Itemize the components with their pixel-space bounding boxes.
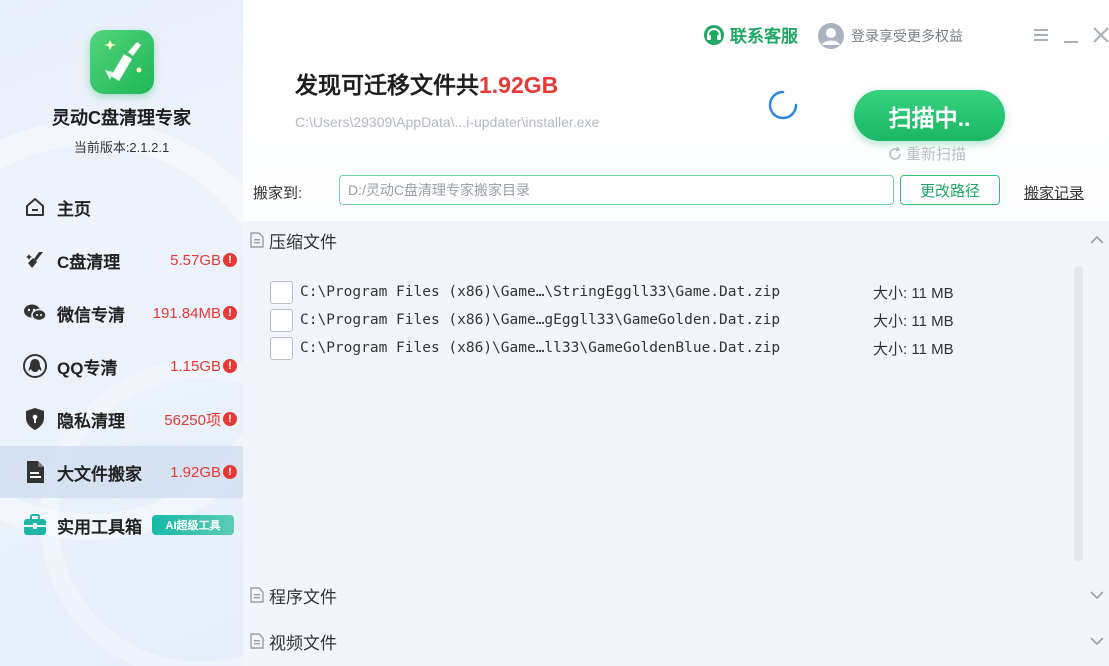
- refresh-icon: [889, 146, 901, 160]
- file-row: C:\Program Files (x86)\Game…ll33\GameGol…: [270, 335, 1010, 361]
- move-path-input[interactable]: [339, 175, 894, 205]
- headline-size: 1.92GB: [479, 72, 559, 98]
- main-area: 联系客服 登录享受更多权益 发现可迁移文件共1.92GB C:\Users\29…: [243, 0, 1109, 666]
- sidebar-item-label: 主页: [57, 199, 91, 219]
- sidebar-item-qq[interactable]: QQ专清 1.15GB !: [0, 340, 243, 392]
- menu-icon: [1034, 29, 1048, 41]
- alert-icon: !: [223, 412, 237, 426]
- scan-current-path: C:\Users\29309\AppData\...i-updater\inst…: [295, 114, 600, 130]
- sidebar-item-label: C盘清理: [57, 252, 121, 272]
- headline-prefix: 发现可迁移文件共: [295, 72, 479, 98]
- file-row: C:\Program Files (x86)\Game…\StringEggll…: [270, 279, 1010, 305]
- sidebar-item-label: 大文件搬家: [57, 464, 142, 484]
- alert-icon: !: [223, 253, 237, 267]
- app-version: 当前版本:2.1.2.1: [73, 140, 170, 155]
- file-icon: [250, 587, 264, 603]
- chevron-down-icon[interactable]: [1089, 587, 1105, 603]
- file-checkbox[interactable]: [270, 280, 293, 304]
- toolbox-icon: [23, 513, 47, 537]
- home-icon: [23, 195, 47, 219]
- sidebar-item-value: 1.92GB: [170, 463, 221, 481]
- sidebar-item-value: 5.57GB: [170, 251, 221, 269]
- app-name: 灵动C盘清理专家: [52, 108, 191, 128]
- sidebar-item-label: 实用工具箱: [57, 517, 142, 537]
- wechat-icon: [23, 301, 47, 325]
- scrollbar[interactable]: [1074, 266, 1083, 561]
- loading-spinner-icon: [768, 90, 798, 120]
- chevron-up-icon[interactable]: [1089, 232, 1105, 248]
- broom-icon: [23, 248, 47, 272]
- alert-icon: !: [223, 465, 237, 479]
- title-bar: 联系客服 登录享受更多权益: [689, 22, 1109, 50]
- qq-icon: [23, 354, 47, 378]
- file-size: 大小: 11 MB: [873, 340, 954, 358]
- rescan-label: 重新扫描: [906, 146, 967, 163]
- group-compressed-header[interactable]: 压缩文件: [243, 221, 1109, 259]
- sidebar-item-label: QQ专清: [57, 358, 118, 378]
- rescan-button[interactable]: 重新扫描: [887, 143, 966, 164]
- sidebar-item-value: 191.84MB: [152, 304, 221, 322]
- file-path: C:\Program Files (x86)\Game…ll33\GameGol…: [300, 340, 781, 356]
- file-icon: [250, 633, 264, 649]
- move-log-link[interactable]: 搬家记录: [1024, 182, 1084, 203]
- scan-button[interactable]: 扫描中..: [854, 90, 1005, 141]
- group-title: 压缩文件: [269, 232, 337, 252]
- avatar-icon: [818, 23, 844, 49]
- menu-button[interactable]: [1029, 22, 1053, 48]
- sidebar-item-value: 56250项: [164, 411, 221, 429]
- sidebar: 灵动C盘清理专家 当前版本:2.1.2.1 主页 C盘清理 5.57GB ! 微…: [0, 0, 243, 666]
- file-path: C:\Program Files (x86)\Game…\StringEggll…: [300, 284, 781, 300]
- sidebar-item-wechat[interactable]: 微信专清 191.84MB !: [0, 287, 243, 339]
- headset-icon: [704, 24, 724, 45]
- app-logo: [90, 30, 154, 94]
- page-title: 发现可迁移文件共1.92GB: [295, 66, 558, 100]
- sidebar-item-label: 微信专清: [57, 305, 125, 325]
- shield-icon: [23, 407, 47, 431]
- file-size: 大小: 11 MB: [873, 312, 954, 330]
- alert-icon: !: [223, 306, 237, 320]
- group-program-header[interactable]: 程序文件: [243, 576, 1109, 614]
- alert-icon: !: [223, 359, 237, 373]
- group-video-header[interactable]: 视频文件: [243, 622, 1109, 660]
- close-icon: [1093, 27, 1109, 43]
- file-path: C:\Program Files (x86)\Game…gEggll33\Gam…: [300, 312, 781, 328]
- file-size: 大小: 11 MB: [873, 284, 954, 302]
- chevron-down-icon[interactable]: [1089, 633, 1105, 649]
- move-to-label: 搬家到:: [253, 185, 303, 202]
- sidebar-item-home[interactable]: 主页: [0, 181, 243, 233]
- file-list-panel: 压缩文件 C:\Program Files (x86)\Game…\String…: [243, 221, 1109, 666]
- file-move-icon: [23, 460, 47, 484]
- file-checkbox[interactable]: [270, 308, 293, 332]
- change-path-button[interactable]: 更改路径: [900, 175, 1000, 205]
- close-button[interactable]: [1089, 22, 1109, 48]
- file-row: C:\Program Files (x86)\Game…gEggll33\Gam…: [270, 307, 1010, 333]
- contact-service-label: 联系客服: [730, 27, 798, 46]
- sidebar-item-big-file-move[interactable]: 大文件搬家 1.92GB !: [0, 446, 243, 498]
- minimize-icon: [1064, 41, 1078, 43]
- sidebar-item-toolbox[interactable]: 实用工具箱 AI超级工具: [0, 499, 243, 551]
- sidebar-item-c-clean[interactable]: C盘清理 5.57GB !: [0, 234, 243, 286]
- group-title: 程序文件: [269, 587, 337, 607]
- sidebar-item-label: 隐私清理: [57, 411, 125, 431]
- login-label: 登录享受更多权益: [851, 28, 963, 44]
- sidebar-item-privacy[interactable]: 隐私清理 56250项 !: [0, 393, 243, 445]
- contact-service-link[interactable]: 联系客服: [703, 22, 798, 47]
- sidebar-item-value: 1.15GB: [170, 357, 221, 375]
- file-icon: [250, 232, 264, 248]
- group-title: 视频文件: [269, 633, 337, 653]
- login-link[interactable]: 登录享受更多权益: [817, 22, 963, 50]
- ai-tools-tag: AI超级工具: [152, 515, 234, 535]
- minimize-button[interactable]: [1059, 22, 1083, 48]
- file-checkbox[interactable]: [270, 336, 293, 360]
